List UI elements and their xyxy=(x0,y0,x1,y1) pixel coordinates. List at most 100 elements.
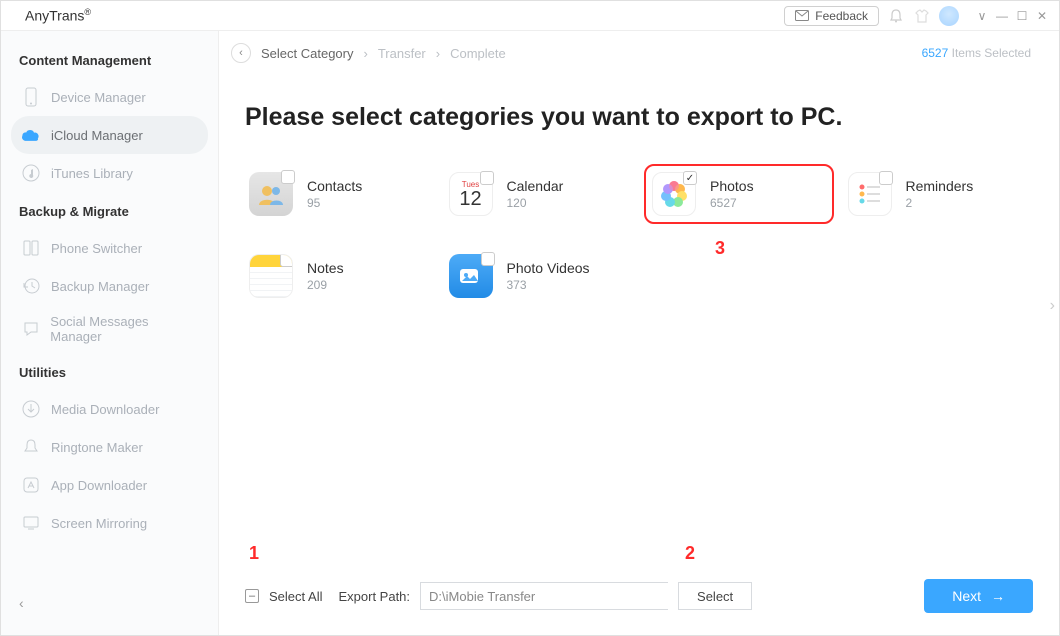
section-content-management: Content Management xyxy=(19,53,200,68)
shirt-icon[interactable] xyxy=(913,7,931,25)
sidebar-item-phone-switcher[interactable]: Phone Switcher xyxy=(11,229,208,267)
titlebar: AnyTrans® Feedback ∨ — ☐ ✕ xyxy=(1,1,1059,31)
breadcrumb-step-transfer: Transfer xyxy=(378,46,426,61)
sidebar: Content Management Device Manager iCloud… xyxy=(1,31,219,635)
dropdown-button[interactable]: ∨ xyxy=(975,9,989,23)
minimize-button[interactable]: — xyxy=(995,9,1009,23)
maximize-button[interactable]: ☐ xyxy=(1015,9,1029,23)
category-calendar[interactable]: Tues 12 Calendar 120 xyxy=(445,164,635,224)
sidebar-item-backup-manager[interactable]: Backup Manager xyxy=(11,267,208,305)
arrow-right-icon: → xyxy=(991,588,1005,604)
sidebar-label: Media Downloader xyxy=(51,402,159,417)
category-count: 95 xyxy=(307,196,362,210)
category-name: Calendar xyxy=(507,178,564,194)
notes-icon xyxy=(249,254,293,298)
calendar-day-num: 12 xyxy=(459,189,481,209)
app-icon xyxy=(21,475,41,495)
category-count: 2 xyxy=(906,196,974,210)
category-reminders[interactable]: Reminders 2 xyxy=(844,164,1034,224)
app-title: AnyTrans® xyxy=(25,7,91,24)
sidebar-label: Backup Manager xyxy=(51,279,149,294)
sidebar-label: App Downloader xyxy=(51,478,147,493)
items-selected-count: 6527 xyxy=(922,46,949,60)
sidebar-item-icloud-manager[interactable]: iCloud Manager xyxy=(11,116,208,154)
cloud-icon xyxy=(21,125,41,145)
category-count: 373 xyxy=(507,278,590,292)
sidebar-collapse[interactable]: ‹ xyxy=(11,587,208,619)
mail-icon xyxy=(795,10,809,21)
contacts-icon xyxy=(249,172,293,216)
scroll-right-button[interactable]: › xyxy=(1050,297,1055,315)
annotation-1: 1 xyxy=(249,543,259,564)
select-path-button[interactable]: Select xyxy=(678,582,752,610)
category-count: 120 xyxy=(507,196,564,210)
checkbox[interactable]: ✓ xyxy=(683,171,697,185)
main: ‹ Select Category › Transfer › Complete … xyxy=(219,31,1059,635)
checkbox[interactable] xyxy=(480,171,494,185)
breadcrumb: ‹ Select Category › Transfer › Complete xyxy=(231,43,506,63)
footer: – Select All Export Path: Select Next → xyxy=(245,565,1033,621)
checkbox[interactable] xyxy=(481,252,495,266)
feedback-button[interactable]: Feedback xyxy=(784,6,879,26)
sidebar-label: iTunes Library xyxy=(51,166,133,181)
bell-outline-icon xyxy=(21,437,41,457)
select-all-checkbox[interactable]: – xyxy=(245,589,259,603)
avatar[interactable] xyxy=(939,6,959,26)
breadcrumb-step-complete: Complete xyxy=(450,46,506,61)
breadcrumb-back-button[interactable]: ‹ xyxy=(231,43,251,63)
sidebar-label: Social Messages Manager xyxy=(50,314,198,344)
sidebar-label: Phone Switcher xyxy=(51,241,142,256)
trademark-symbol: ® xyxy=(84,7,91,17)
next-button[interactable]: Next → xyxy=(924,579,1033,613)
sidebar-item-itunes-library[interactable]: iTunes Library xyxy=(11,154,208,192)
sidebar-item-app-downloader[interactable]: App Downloader xyxy=(11,466,208,504)
device-icon xyxy=(21,87,41,107)
photo-videos-icon xyxy=(449,254,493,298)
export-path-label: Export Path: xyxy=(338,589,410,604)
section-utilities: Utilities xyxy=(19,365,200,380)
category-name: Notes xyxy=(307,260,344,276)
export-path-input[interactable] xyxy=(420,582,668,610)
feedback-label: Feedback xyxy=(815,9,868,23)
annotation-2: 2 xyxy=(685,543,695,564)
chevron-right-icon: › xyxy=(436,46,440,61)
download-icon xyxy=(21,399,41,419)
next-label: Next xyxy=(952,588,981,604)
checkbox[interactable] xyxy=(280,254,293,267)
reminders-icon xyxy=(848,172,892,216)
screen-icon xyxy=(21,513,41,533)
category-grid: Contacts 95 Tues 12 Calendar 1 xyxy=(245,164,1033,302)
calendar-icon: Tues 12 xyxy=(449,172,493,216)
switch-icon xyxy=(21,238,41,258)
items-selected: 6527 Items Selected xyxy=(922,46,1031,60)
checkbox[interactable] xyxy=(281,170,295,184)
page-heading: Please select categories you want to exp… xyxy=(245,103,1033,132)
category-photo-videos[interactable]: Photo Videos 373 xyxy=(445,250,635,302)
sidebar-item-ringtone-maker[interactable]: Ringtone Maker xyxy=(11,428,208,466)
window-controls: ∨ — ☐ ✕ xyxy=(975,9,1049,23)
chevron-right-icon: › xyxy=(364,46,368,61)
category-contacts[interactable]: Contacts 95 xyxy=(245,164,435,224)
category-name: Photo Videos xyxy=(507,260,590,276)
checkbox[interactable] xyxy=(879,171,893,185)
category-name: Contacts xyxy=(307,178,362,194)
category-photos[interactable]: ✓ Photos 6527 xyxy=(644,164,834,224)
sidebar-label: Screen Mirroring xyxy=(51,516,147,531)
category-name: Photos xyxy=(710,178,754,194)
history-icon xyxy=(21,276,41,296)
close-button[interactable]: ✕ xyxy=(1035,9,1049,23)
category-count: 6527 xyxy=(710,196,754,210)
sidebar-item-media-downloader[interactable]: Media Downloader xyxy=(11,390,208,428)
music-note-icon xyxy=(21,163,41,183)
select-all-label: Select All xyxy=(269,589,322,604)
sidebar-item-screen-mirroring[interactable]: Screen Mirroring xyxy=(11,504,208,542)
breadcrumb-step-select: Select Category xyxy=(261,46,354,61)
category-notes[interactable]: Notes 209 xyxy=(245,250,435,302)
sidebar-item-device-manager[interactable]: Device Manager xyxy=(11,78,208,116)
photos-icon: ✓ xyxy=(652,172,696,216)
sidebar-label: Device Manager xyxy=(51,90,146,105)
sidebar-label: Ringtone Maker xyxy=(51,440,143,455)
bell-icon[interactable] xyxy=(887,7,905,25)
sidebar-item-social-messages[interactable]: Social Messages Manager xyxy=(11,305,208,353)
category-name: Reminders xyxy=(906,178,974,194)
